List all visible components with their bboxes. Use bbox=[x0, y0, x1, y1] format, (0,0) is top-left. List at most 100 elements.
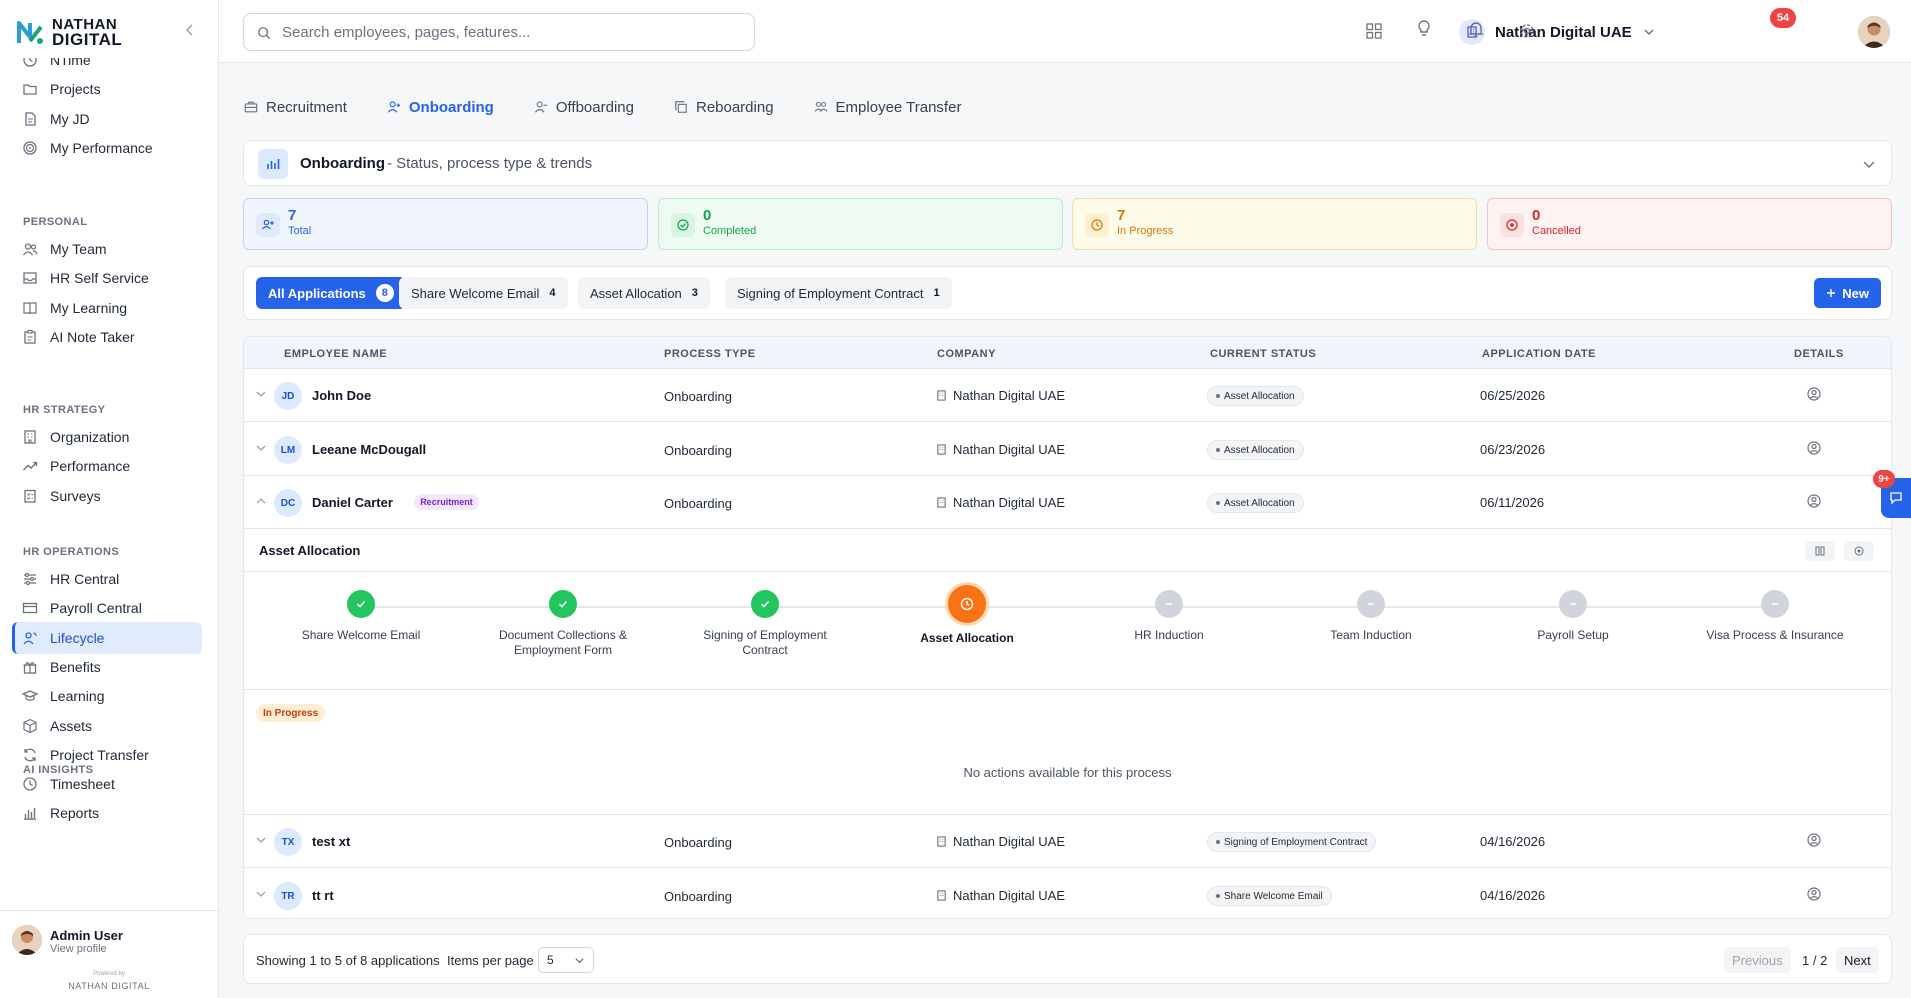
stat-cancelled[interactable]: 0 Cancelled bbox=[1487, 198, 1892, 250]
sidebar-item-projects[interactable]: Projects bbox=[12, 73, 202, 105]
sidebar-item-surveys[interactable]: Surveys bbox=[12, 480, 202, 512]
sidebar-item-organization[interactable]: Organization bbox=[12, 421, 202, 453]
gift-icon bbox=[23, 662, 37, 674]
tab-employee-transfer[interactable]: Employee Transfer bbox=[814, 96, 961, 118]
step-label: HR Induction bbox=[1134, 628, 1204, 642]
table-row[interactable]: JD John Doe Onboarding Nathan Digital UA… bbox=[244, 369, 1891, 422]
grid-icon[interactable] bbox=[1365, 22, 1383, 40]
tab-reboarding[interactable]: Reboarding bbox=[674, 96, 774, 118]
step-label: Signing of Employment Contract bbox=[703, 628, 827, 657]
bell-icon[interactable] bbox=[1467, 20, 1485, 38]
sidebar-item-hr-central[interactable]: HR Central bbox=[12, 563, 202, 595]
previous-button[interactable]: Previous bbox=[1724, 947, 1791, 973]
user-circle-icon[interactable] bbox=[1806, 886, 1822, 902]
company-cell: Nathan Digital UAE bbox=[936, 388, 1065, 403]
sidebar-item-learning[interactable]: Learning bbox=[12, 680, 202, 712]
new-button[interactable]: New bbox=[1814, 278, 1881, 308]
status-badge: Asset Allocation bbox=[1207, 386, 1304, 406]
avatar: DC bbox=[274, 489, 302, 517]
pagination-info: Showing 1 to 5 of 8 applications bbox=[256, 953, 440, 968]
sidebar-item-reports[interactable]: Reports bbox=[12, 797, 202, 829]
sliders-icon bbox=[24, 572, 36, 586]
items-per-page-select[interactable]: 5 bbox=[538, 947, 594, 973]
logo[interactable]: NATHAN DIGITAL bbox=[14, 14, 122, 50]
process-step: Payroll Setup bbox=[1498, 588, 1648, 643]
user-circle-icon[interactable] bbox=[1806, 832, 1822, 848]
table-row[interactable]: LM Leeane McDougall Onboarding Nathan Di… bbox=[244, 423, 1891, 476]
avatar: JD bbox=[274, 382, 302, 410]
sidebar-item-ai-note-taker[interactable]: AI Note Taker bbox=[12, 321, 202, 353]
filter-chip-asset-allocation[interactable]: Asset Allocation 3 bbox=[578, 277, 710, 309]
application-date: 06/25/2026 bbox=[1480, 388, 1546, 403]
stat-total[interactable]: 7 Total bbox=[243, 198, 648, 250]
user-circle-icon[interactable] bbox=[1806, 440, 1822, 456]
powered-by: Powered by bbox=[93, 971, 125, 977]
next-button[interactable]: Next bbox=[1836, 947, 1879, 973]
stat-cancelled-label: Cancelled bbox=[1532, 225, 1581, 237]
target-icon[interactable] bbox=[1844, 541, 1874, 561]
chevron-down-icon[interactable] bbox=[254, 833, 268, 847]
table-row[interactable]: DC Daniel Carter Recruitment Onboarding … bbox=[244, 476, 1891, 529]
search-box[interactable] bbox=[243, 13, 755, 51]
sidebar-item-lifecycle[interactable]: Lifecycle bbox=[12, 621, 202, 654]
stat-in-progress[interactable]: 7 In Progress bbox=[1072, 198, 1477, 250]
table-row[interactable]: TX test xt Onboarding Nathan Digital UAE… bbox=[244, 815, 1891, 868]
bar-chart-icon bbox=[258, 149, 288, 179]
logo-mark-icon bbox=[17, 21, 43, 44]
minus-icon bbox=[1357, 590, 1385, 618]
chevron-down-icon[interactable] bbox=[254, 387, 268, 401]
bulb-icon[interactable] bbox=[1415, 19, 1433, 37]
sidebar-item-assets[interactable]: Assets bbox=[12, 710, 202, 742]
employee-name[interactable]: Leeane McDougall bbox=[312, 442, 426, 457]
user-circle-icon[interactable] bbox=[1806, 386, 1822, 402]
briefcase-icon bbox=[244, 101, 258, 113]
filter-chip-all-applications[interactable]: All Applications 8 bbox=[256, 277, 406, 309]
profile-avatar[interactable] bbox=[1858, 16, 1890, 48]
filter-chip-share-welcome-email[interactable]: Share Welcome Email 4 bbox=[399, 277, 568, 309]
step-label: Team Induction bbox=[1330, 628, 1412, 642]
sidebar-item-my-learning[interactable]: My Learning bbox=[12, 292, 202, 324]
sidebar-item-benefits[interactable]: Benefits bbox=[12, 651, 202, 683]
tab-recruitment[interactable]: Recruitment bbox=[244, 96, 347, 118]
users-icon bbox=[22, 243, 38, 256]
columns-icon[interactable] bbox=[1805, 541, 1835, 561]
search-input[interactable] bbox=[282, 22, 742, 42]
gear-icon[interactable] bbox=[1518, 22, 1536, 40]
summary-accordion[interactable]: Onboarding - Status, process type & tren… bbox=[243, 140, 1892, 186]
table-row[interactable]: TR tt rt Onboarding Nathan Digital UAE S… bbox=[244, 869, 1891, 918]
employee-name[interactable]: tt rt bbox=[312, 888, 334, 903]
topbar: Nathan Digital UAE 54 bbox=[219, 0, 1911, 63]
clock-icon bbox=[1085, 213, 1109, 237]
avatar: TR bbox=[274, 882, 302, 910]
stat-in-progress-value: 7 bbox=[1117, 207, 1126, 224]
chevron-down-icon[interactable] bbox=[254, 887, 268, 901]
filter-chip-signing-of-employment-contract[interactable]: Signing of Employment Contract 1 bbox=[725, 277, 952, 309]
building-icon bbox=[937, 836, 946, 847]
sidebar-item-performance[interactable]: Performance bbox=[12, 450, 202, 482]
sidebar-item-my-jd[interactable]: My JD bbox=[12, 103, 202, 135]
tab-onboarding[interactable]: Onboarding bbox=[387, 96, 494, 118]
tab-offboarding[interactable]: Offboarding bbox=[534, 96, 634, 118]
step-label: Visa Process & Insurance bbox=[1706, 628, 1844, 642]
user-circle-icon[interactable] bbox=[1806, 493, 1822, 509]
user-profile[interactable]: Admin User View profile Powered by NATHA… bbox=[0, 910, 218, 998]
sidebar-item-my-team[interactable]: My Team bbox=[12, 233, 202, 265]
avatar: TX bbox=[274, 828, 302, 856]
check-icon bbox=[347, 590, 375, 618]
employee-name[interactable]: Daniel Carter bbox=[312, 495, 393, 510]
company-selector[interactable]: Nathan Digital UAE bbox=[1459, 18, 1656, 46]
chevron-down-icon[interactable] bbox=[1861, 156, 1877, 172]
copy-icon bbox=[675, 101, 687, 113]
chevron-up-icon[interactable] bbox=[254, 494, 268, 508]
sidebar-item-hr-self-service[interactable]: HR Self Service bbox=[12, 262, 202, 294]
stat-completed[interactable]: 0 Completed bbox=[658, 198, 1063, 250]
chat-badge: 9+ bbox=[1873, 470, 1895, 488]
sidebar-item-my-performance[interactable]: My Performance bbox=[12, 132, 202, 164]
employee-name[interactable]: test xt bbox=[312, 834, 350, 849]
sidebar-item-payroll-central[interactable]: Payroll Central bbox=[12, 592, 202, 624]
view-profile-link[interactable]: View profile bbox=[50, 943, 107, 955]
chevron-down-icon[interactable] bbox=[254, 441, 268, 455]
collapse-sidebar-icon[interactable] bbox=[182, 22, 198, 38]
employee-name[interactable]: John Doe bbox=[312, 388, 371, 403]
process-step: Share Welcome Email bbox=[286, 588, 436, 643]
